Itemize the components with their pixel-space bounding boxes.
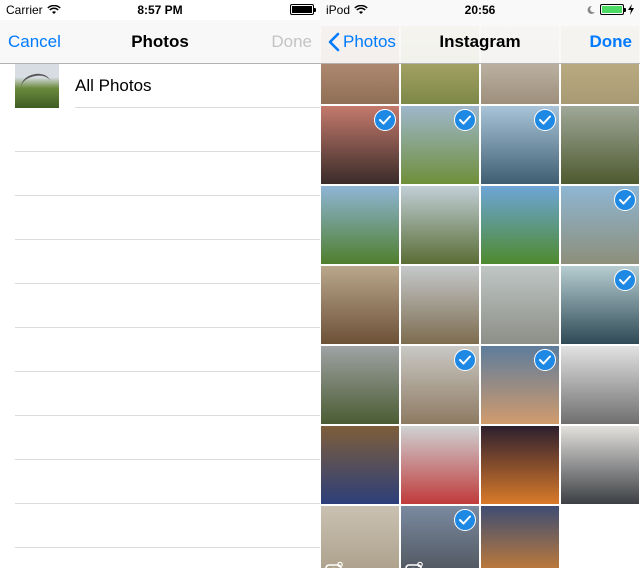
- photo-thumbnail[interactable]: [321, 346, 399, 424]
- photo-thumbnail[interactable]: [561, 346, 639, 424]
- done-button[interactable]: Done: [590, 32, 633, 52]
- photo-thumbnail[interactable]: [481, 106, 559, 184]
- instagram-icon: [324, 561, 344, 568]
- battery-icon: [290, 4, 316, 15]
- charging-icon: [628, 4, 634, 15]
- list-item: [0, 152, 320, 196]
- navigation-bar: Cancel Photos Done: [0, 20, 320, 64]
- album-list: All Photos: [0, 64, 320, 548]
- photo-thumbnail[interactable]: [561, 186, 639, 264]
- instagram-icon: [404, 561, 424, 568]
- photo-thumbnail[interactable]: [561, 426, 639, 504]
- album-thumbnail: [15, 64, 59, 108]
- photo-thumbnail[interactable]: [401, 506, 479, 568]
- photo-thumbnail[interactable]: [321, 266, 399, 344]
- photo-thumbnail[interactable]: [481, 186, 559, 264]
- checkmark-icon: [534, 109, 556, 131]
- list-item: [0, 372, 320, 416]
- status-bar: iPod 20:56: [320, 0, 640, 20]
- photo-thumbnail[interactable]: [481, 506, 559, 568]
- checkmark-icon: [454, 349, 476, 371]
- photo-thumbnail[interactable]: [481, 426, 559, 504]
- photo-thumbnail[interactable]: [481, 266, 559, 344]
- status-time: 8:57 PM: [137, 3, 183, 17]
- album-row-all-photos[interactable]: All Photos: [0, 64, 320, 108]
- checkmark-icon: [454, 109, 476, 131]
- checkmark-icon: [374, 109, 396, 131]
- photo-thumbnail[interactable]: [401, 426, 479, 504]
- instagram-album-screen: iPod 20:56 Photos Instagram Done: [320, 0, 640, 568]
- photo-thumbnail[interactable]: [561, 106, 639, 184]
- photo-thumbnail[interactable]: [401, 186, 479, 264]
- photos-picker-screen: Carrier 8:57 PM Cancel Photos Done All P…: [0, 0, 320, 568]
- done-button[interactable]: Done: [271, 32, 312, 52]
- photo-thumbnail[interactable]: [321, 106, 399, 184]
- navigation-bar: Photos Instagram Done: [320, 20, 640, 64]
- checkmark-icon: [614, 189, 636, 211]
- list-item: [0, 284, 320, 328]
- checkmark-icon: [614, 269, 636, 291]
- status-bar: Carrier 8:57 PM: [0, 0, 320, 20]
- photo-thumbnail[interactable]: [481, 346, 559, 424]
- battery-icon: [600, 4, 626, 15]
- photo-thumbnail[interactable]: [401, 346, 479, 424]
- list-item: [0, 460, 320, 504]
- list-item: [0, 416, 320, 460]
- photo-thumbnail[interactable]: [321, 426, 399, 504]
- list-item: [0, 504, 320, 548]
- checkmark-icon: [534, 349, 556, 371]
- photo-thumbnail[interactable]: [401, 266, 479, 344]
- photo-thumbnail[interactable]: [561, 266, 639, 344]
- row-separator: [15, 547, 320, 548]
- photo-thumbnail[interactable]: [321, 186, 399, 264]
- checkmark-icon: [454, 509, 476, 531]
- moon-icon: [587, 5, 595, 14]
- list-item: [0, 108, 320, 152]
- list-item: [0, 328, 320, 372]
- photo-thumbnail[interactable]: [321, 506, 399, 568]
- list-item: [0, 196, 320, 240]
- list-item: [0, 240, 320, 284]
- album-label: All Photos: [75, 76, 152, 95]
- photo-thumbnail[interactable]: [401, 106, 479, 184]
